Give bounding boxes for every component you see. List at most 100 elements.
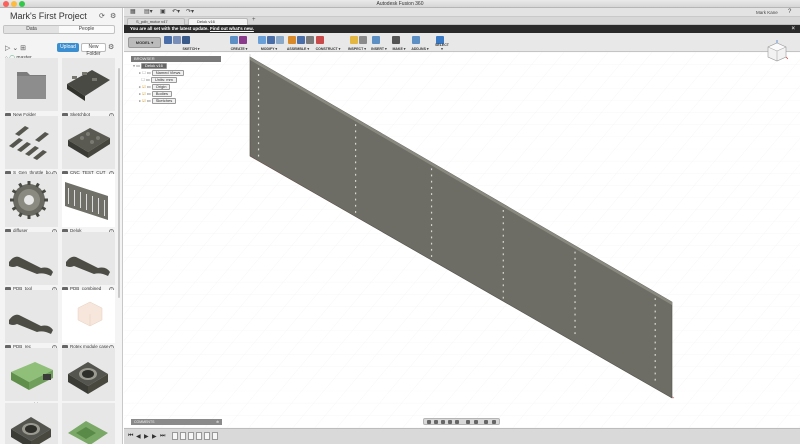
timeline-feature[interactable] <box>204 432 210 440</box>
data-panel-toggle-icon[interactable]: ▦ <box>130 8 136 17</box>
ribbon-group-select[interactable]: SELECT ▾ <box>434 34 450 51</box>
file-tile[interactable] <box>62 116 115 169</box>
file-tile[interactable] <box>5 174 58 227</box>
pan-icon[interactable] <box>441 420 445 424</box>
tool-icon[interactable] <box>316 36 324 44</box>
expand-icon[interactable]: ▹ <box>139 98 141 103</box>
tree-node[interactable]: ☐ ▭ Units: mm <box>139 77 177 83</box>
tab-data[interactable]: Data <box>4 26 59 33</box>
tool-icon[interactable] <box>372 36 380 44</box>
tool-icon[interactable] <box>182 36 190 44</box>
timeline-feature[interactable] <box>180 432 186 440</box>
zoom-icon[interactable] <box>448 420 452 424</box>
tool-icon[interactable] <box>239 36 247 44</box>
tool-icon[interactable] <box>276 36 284 44</box>
user-menu[interactable]: Mark Kane <box>756 8 778 17</box>
tree-node[interactable]: ▹ ☑ ▭ Bodies <box>139 91 172 97</box>
expand-icon[interactable]: ▿ <box>133 63 135 68</box>
tool-icon[interactable] <box>297 36 305 44</box>
tool-icon[interactable] <box>164 36 172 44</box>
tab-document-active[interactable]: Delok v16 <box>188 18 248 25</box>
display-settings-icon[interactable] <box>466 420 470 424</box>
visibility-icon[interactable]: ☑ <box>142 84 146 89</box>
nav-back-icon[interactable]: ▷ ⌄ ⊞ <box>5 44 26 52</box>
visibility-icon[interactable]: ☑ <box>142 91 146 96</box>
timeline-feature[interactable] <box>196 432 202 440</box>
expand-icon[interactable]: ▹ <box>139 70 141 75</box>
timeline-feature[interactable] <box>188 432 194 440</box>
tab-people[interactable]: People <box>59 26 114 33</box>
ribbon-group-create[interactable]: CREATE ▾ <box>228 34 250 51</box>
tool-icon[interactable] <box>173 36 181 44</box>
ribbon-group-make[interactable]: MAKE ▾ <box>390 34 408 51</box>
tool-icon[interactable] <box>258 36 266 44</box>
file-tile[interactable] <box>62 174 115 227</box>
data-panel-scrollbar[interactable] <box>118 68 120 298</box>
file-tile[interactable] <box>62 290 115 343</box>
expand-icon[interactable]: ▹ <box>139 84 141 89</box>
ribbon-group-inspect[interactable]: INSPECT ▾ <box>348 34 367 51</box>
file-tile[interactable] <box>62 403 115 444</box>
file-tile[interactable] <box>62 348 115 401</box>
tree-node[interactable]: ▹ ☑ ▭ Origin <box>139 84 171 90</box>
file-menu-icon[interactable]: ▤▾ <box>144 8 153 17</box>
help-icon[interactable]: ? <box>788 8 791 17</box>
tree-node[interactable]: ▹ ☐ ▭ Named Views <box>139 70 185 76</box>
timeline-feature[interactable] <box>212 432 218 440</box>
tree-root[interactable]: ▿ ▭ Delok v16 <box>133 63 167 69</box>
tool-icon[interactable] <box>359 36 367 44</box>
expand-icon[interactable] <box>139 77 140 82</box>
workspace-switcher[interactable]: MODEL ▾ <box>128 37 161 48</box>
timeline-end-icon[interactable]: ⏭ <box>160 433 165 440</box>
tree-node[interactable]: ▹ ☑ ▭ Sketches <box>139 98 177 104</box>
fit-icon[interactable] <box>455 420 459 424</box>
timeline-forward-icon[interactable]: ▶ <box>152 433 157 440</box>
ribbon-group-modify[interactable]: MODIFY ▾ <box>256 34 284 51</box>
new-tab-icon[interactable]: + <box>252 17 256 23</box>
ribbon-group-add-ins[interactable]: ADD-INS ▾ <box>410 34 430 51</box>
browser-header[interactable]: BROWSER <box>131 56 221 62</box>
ribbon-group-sketch[interactable]: SKETCH ▾ <box>162 34 220 51</box>
refresh-icon[interactable]: ⟳ <box>99 12 105 20</box>
file-tile[interactable] <box>5 403 58 444</box>
save-icon[interactable]: ▣ <box>160 8 166 17</box>
whats-new-link[interactable]: Find out what's new. <box>210 26 254 31</box>
file-tile[interactable] <box>62 232 115 285</box>
timeline-play-icon[interactable]: ▶ <box>144 433 149 440</box>
comments-bar[interactable]: COMMENTS ⊕ <box>131 419 222 425</box>
grid-settings-icon[interactable] <box>474 420 478 424</box>
settings-icon[interactable]: ⚙ <box>110 12 116 20</box>
tool-icon[interactable] <box>412 36 420 44</box>
tool-icon[interactable] <box>350 36 358 44</box>
view-cube[interactable] <box>766 40 788 66</box>
visibility-icon[interactable]: ☐ <box>141 77 145 82</box>
visibility-icon[interactable]: ☐ <box>142 70 146 75</box>
new-folder-button[interactable]: New Folder <box>81 43 106 57</box>
close-icon[interactable]: × <box>791 25 795 33</box>
ribbon-group-construct[interactable]: CONSTRUCT ▾ <box>314 34 342 51</box>
redo-icon[interactable]: ↷▾ <box>186 8 194 17</box>
look-at-icon[interactable] <box>434 420 438 424</box>
ribbon-group-insert[interactable]: INSERT ▾ <box>370 34 388 51</box>
viewports-icon[interactable] <box>484 420 488 424</box>
folder-settings-icon[interactable]: ⚙ <box>108 43 114 51</box>
upload-button[interactable]: Upload <box>57 43 79 52</box>
tool-icon[interactable] <box>306 36 314 44</box>
timeline-start-icon[interactable]: ⏮ <box>128 433 133 440</box>
visibility-icon[interactable]: ☑ <box>142 98 146 103</box>
timeline-feature[interactable] <box>172 432 178 440</box>
layout-icon[interactable] <box>492 420 496 424</box>
timeline-back-icon[interactable]: ◀ <box>136 433 141 440</box>
file-tile[interactable] <box>5 348 58 401</box>
add-comment-icon[interactable]: ⊕ <box>216 419 219 425</box>
tool-icon[interactable] <box>288 36 296 44</box>
ribbon-group-assemble[interactable]: ASSEMBLE ▾ <box>286 34 314 51</box>
file-tile[interactable] <box>5 290 58 343</box>
file-tile[interactable] <box>5 116 58 169</box>
canvas-viewport[interactable] <box>124 52 800 444</box>
file-tile[interactable] <box>5 232 58 285</box>
tool-icon[interactable] <box>267 36 275 44</box>
tab-document[interactable]: S_pdb_motor v47 <box>127 18 185 25</box>
file-tile[interactable] <box>62 58 115 111</box>
tool-icon[interactable] <box>230 36 238 44</box>
